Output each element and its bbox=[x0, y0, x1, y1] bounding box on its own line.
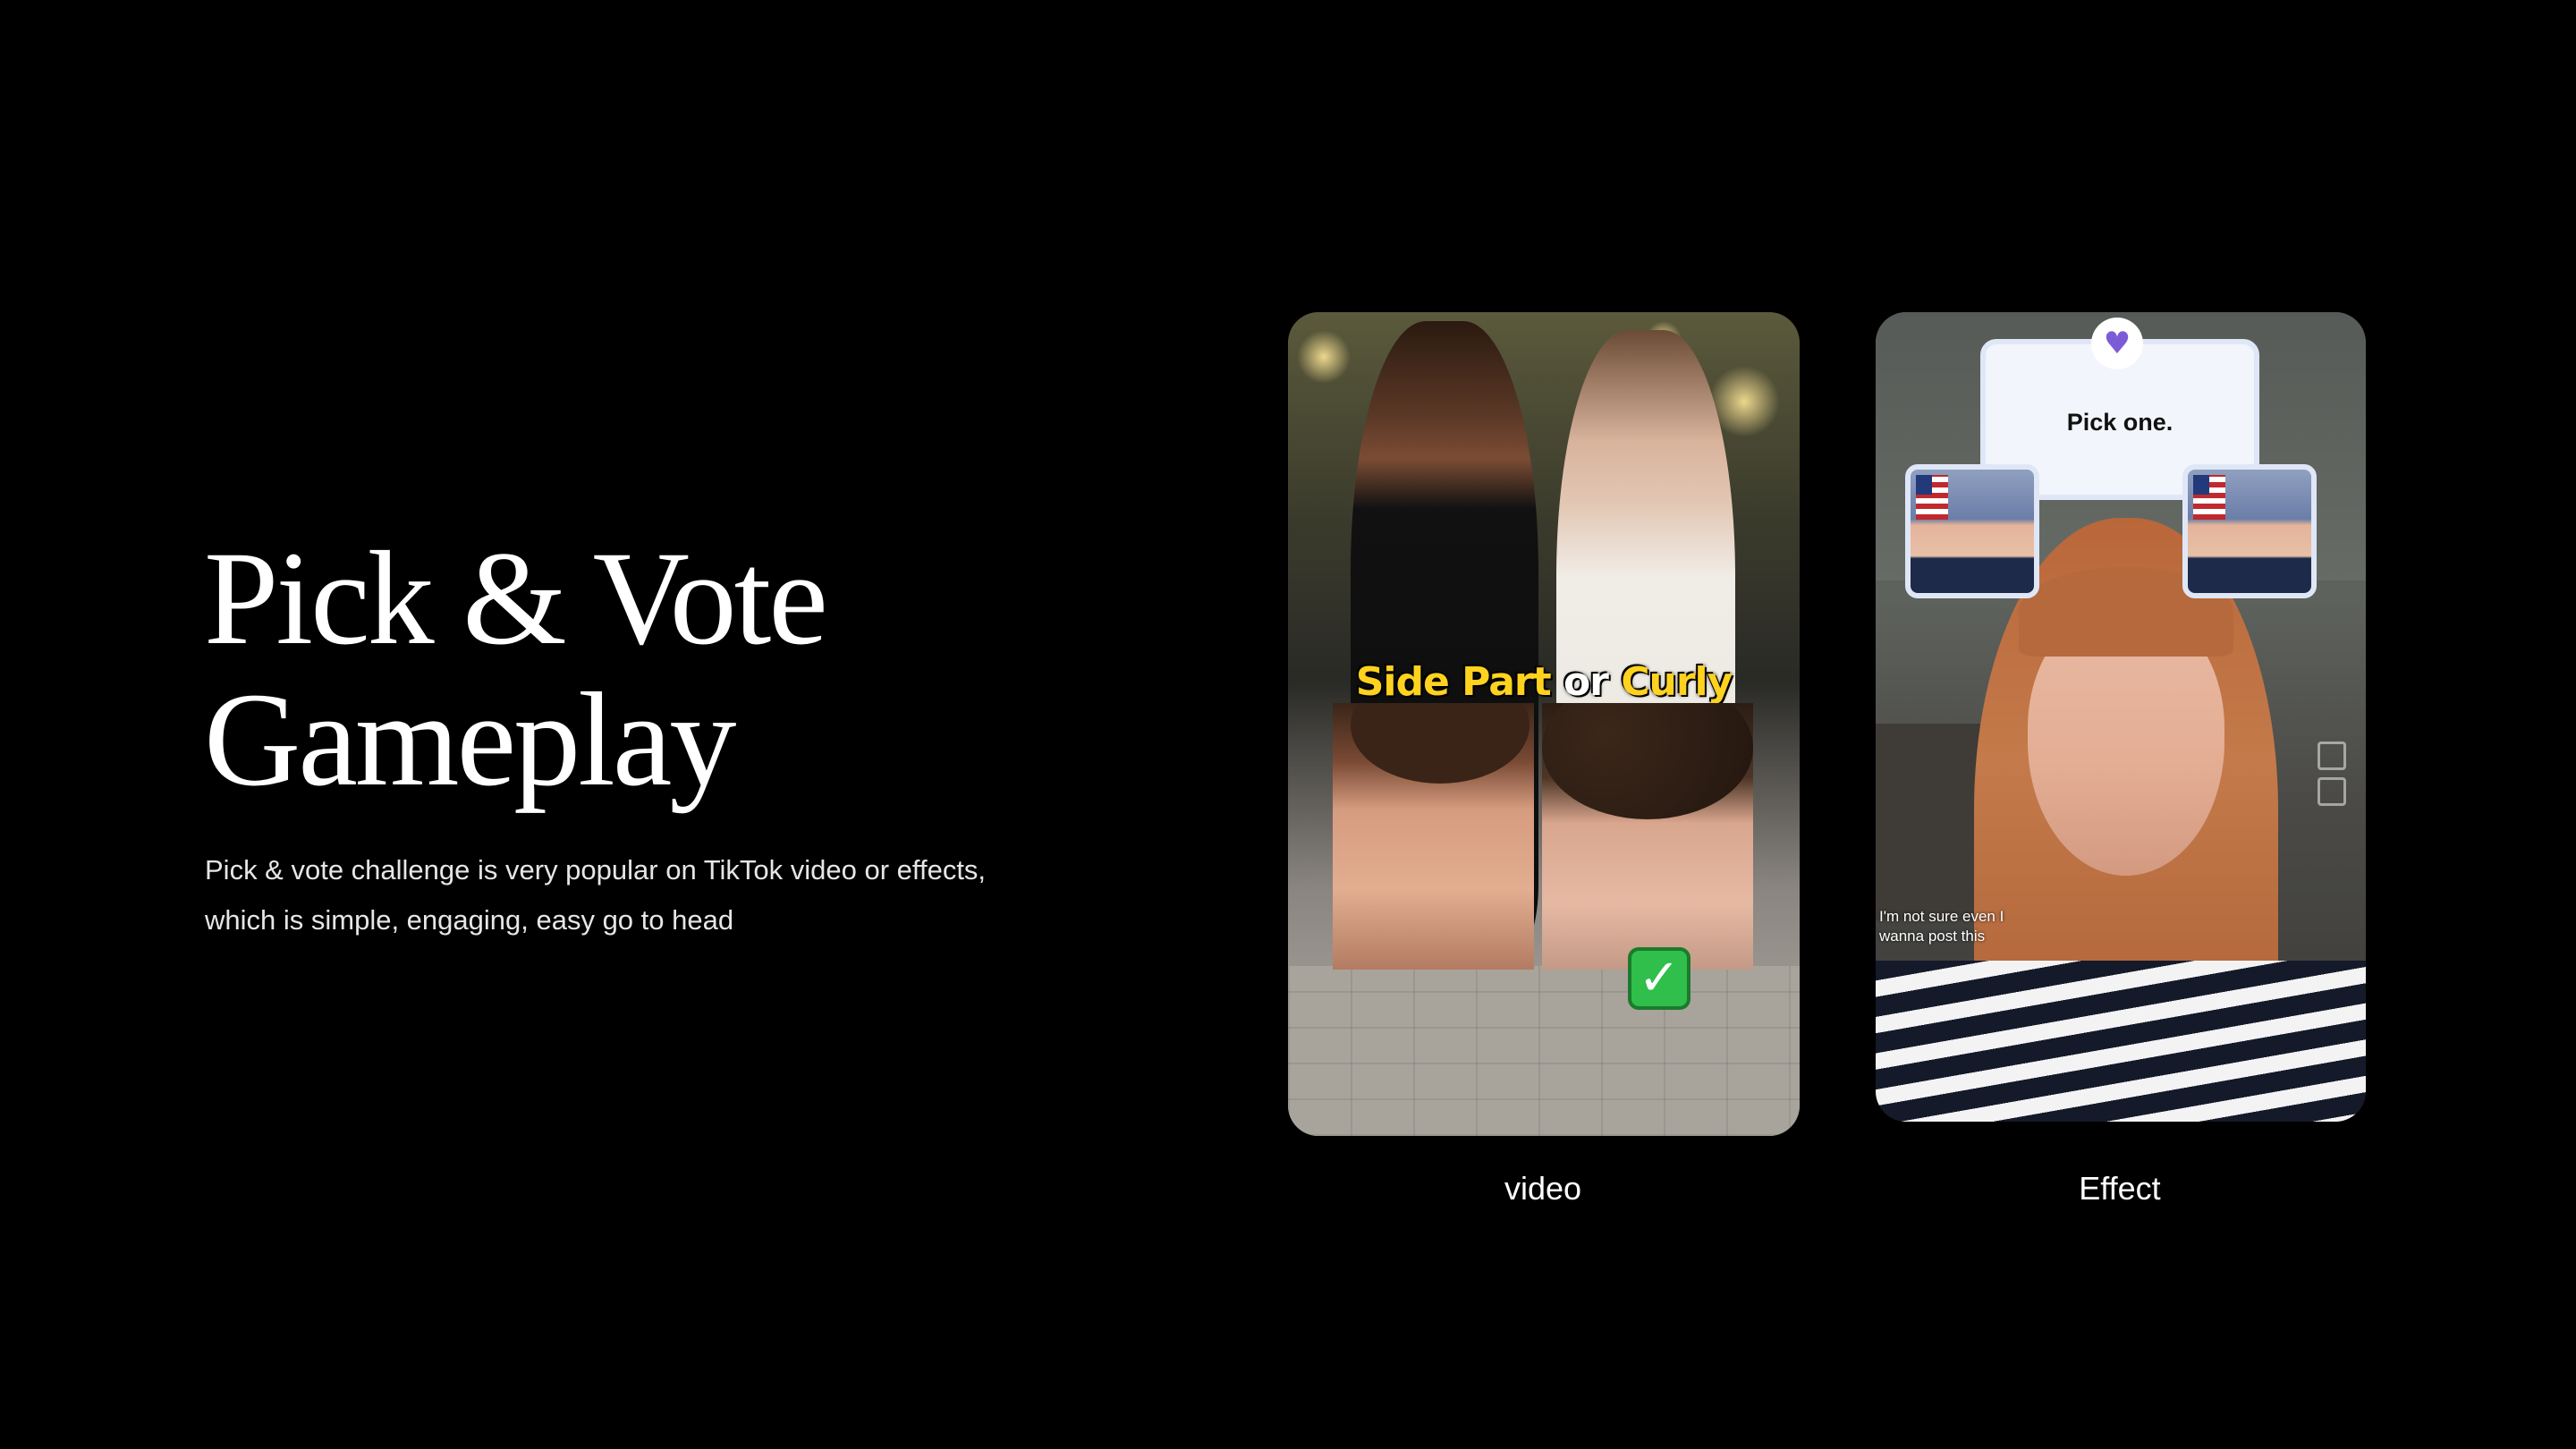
option-b-photo[interactable] bbox=[1542, 703, 1753, 970]
or-label: or bbox=[1550, 659, 1622, 705]
video-overlay-title: Side Part or Curly bbox=[1288, 659, 1800, 705]
flag-icon bbox=[1916, 475, 1948, 520]
video-caption: video bbox=[1504, 1170, 1582, 1207]
pavement bbox=[1288, 966, 1800, 1136]
description-line-2: which is simple, engaging, easy go to he… bbox=[205, 904, 734, 936]
pick-prompt-text: Pick one. bbox=[2066, 409, 2174, 436]
checkmark-icon: ✓ bbox=[1628, 947, 1690, 1010]
hair bbox=[1351, 703, 1530, 784]
video-example-card[interactable]: Side Part or Curly ✓ bbox=[1288, 312, 1800, 1136]
frame-icon bbox=[2318, 777, 2346, 806]
page-title: Pick & Vote Gameplay bbox=[204, 524, 828, 814]
striped-shirt bbox=[1876, 961, 2366, 1122]
frame-icon bbox=[2318, 741, 2346, 770]
effect-overlay-text: I'm not sure even I wanna post this bbox=[1879, 907, 2004, 946]
bokeh-light bbox=[1297, 330, 1351, 384]
description: Pick & vote challenge is very popular on… bbox=[205, 845, 1099, 945]
effect-example-card[interactable]: Pick one. ♥ I'm not sure even I wanna po… bbox=[1876, 312, 2366, 1122]
effect-caption: Effect bbox=[2079, 1170, 2161, 1207]
title-line-1: Pick & Vote bbox=[204, 524, 828, 673]
flag-icon bbox=[2193, 475, 2225, 520]
description-line-1: Pick & vote challenge is very popular on… bbox=[205, 854, 987, 886]
option-left-portrait[interactable] bbox=[1905, 464, 2039, 598]
option-a-label: Side Part bbox=[1355, 659, 1552, 705]
overlay-text-line-1: I'm not sure even I bbox=[1879, 908, 2004, 925]
heart-icon: ♥ bbox=[2091, 318, 2143, 369]
overlay-text-line-2: wanna post this bbox=[1879, 928, 1986, 945]
option-right-portrait[interactable] bbox=[2182, 464, 2317, 598]
option-b-label: Curly bbox=[1621, 659, 1733, 705]
option-a-photo[interactable] bbox=[1333, 703, 1534, 970]
curly-hair bbox=[1542, 703, 1753, 819]
title-line-2: Gameplay bbox=[204, 665, 736, 814]
